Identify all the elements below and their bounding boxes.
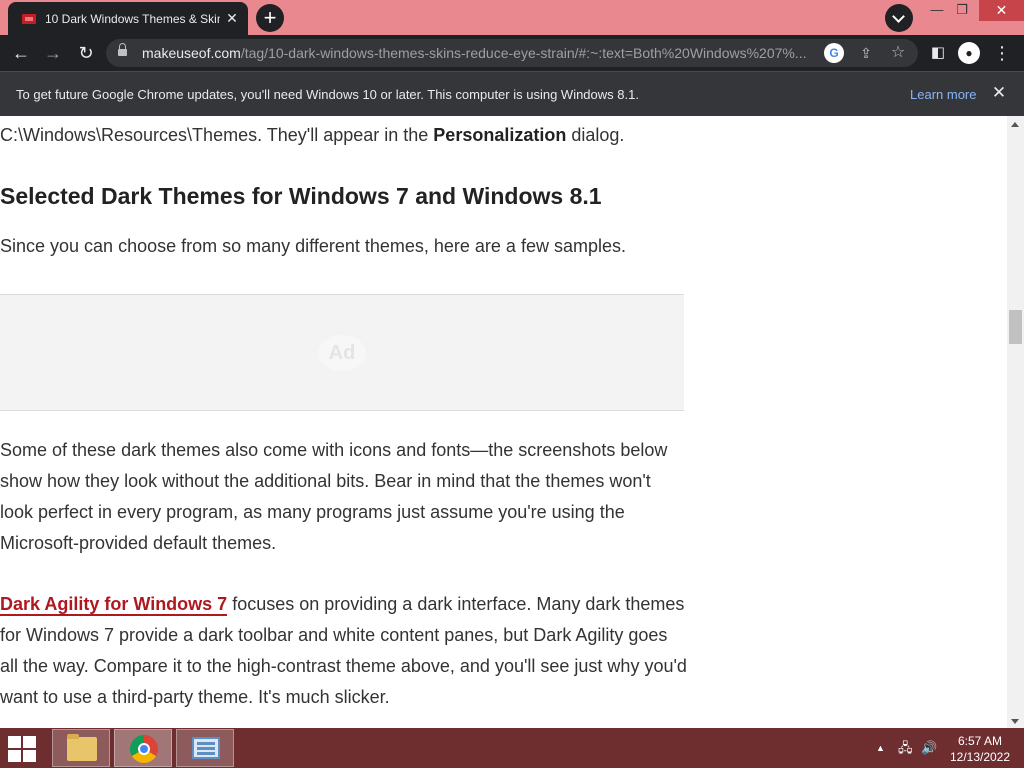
scroll-up-arrow-icon[interactable] [1011,122,1019,127]
volume-icon[interactable]: 🔊 [921,740,937,756]
dark-agility-link[interactable]: Dark Agility for Windows 7 [0,594,228,616]
browser-toolbar: ← → ↻ makeuseof.com/tag/10-dark-windows-… [0,35,1024,71]
infobar-message: To get future Google Chrome updates, you… [16,87,639,102]
active-tab[interactable]: 10 Dark Windows Themes & Skins to Reduce… [8,2,248,35]
update-infobar: To get future Google Chrome updates, you… [0,71,1024,116]
network-icon[interactable]: 🖧 [898,740,913,756]
lock-icon[interactable] [118,43,127,58]
taskbar-chrome[interactable] [114,729,172,767]
infobar-close-icon[interactable]: ✕ [990,84,1008,102]
chrome-menu-icon[interactable]: ⋮ [990,41,1014,65]
restore-button[interactable]: ❐ [947,0,977,22]
chrome-icon [130,735,158,763]
start-button[interactable] [8,736,38,762]
section-heading: Selected Dark Themes for Windows 7 and W… [0,183,602,209]
tab-title: 10 Dark Windows Themes & Skins to Reduce… [45,11,220,26]
taskbar-clock[interactable]: 6:57 AM 12/13/2022 [944,733,1016,765]
new-tab-button[interactable]: + [256,4,284,32]
bookmark-star-icon[interactable]: ☆ [888,43,908,63]
dark-agility-paragraph: Dark Agility for Windows 7 focuses on pr… [0,594,687,707]
taskbar-control-panel[interactable] [176,729,234,767]
profile-avatar-icon[interactable]: ● [958,42,980,64]
tray-overflow-icon[interactable]: ▲ [876,740,885,756]
makeuseof-favicon-icon [22,13,36,24]
page-scrollbar[interactable] [1007,116,1024,728]
tab-strip: 10 Dark Windows Themes & Skins to Reduce… [0,0,1024,35]
share-icon[interactable]: ⇪ [856,43,876,63]
url-text[interactable]: makeuseof.com/tag/10-dark-windows-themes… [142,45,812,61]
file-explorer-icon [67,734,97,761]
window-close-button[interactable]: ✕ [979,0,1024,21]
tab-search-button[interactable] [885,4,913,32]
address-bar[interactable]: makeuseof.com/tag/10-dark-windows-themes… [106,39,918,67]
intro-paragraph: Since you can choose from so many differ… [0,236,626,256]
scroll-thumb[interactable] [1009,310,1022,344]
google-lens-icon[interactable]: G [824,43,844,63]
reload-button[interactable]: ↻ [73,40,99,66]
taskbar-file-explorer[interactable] [52,729,110,767]
control-panel-icon [192,737,220,759]
path-paragraph: C:\Windows\Resources\Themes. They'll app… [0,125,625,145]
ad-badge: Ad [318,335,366,371]
forward-button[interactable]: → [40,40,66,66]
tab-close-icon[interactable]: ✕ [224,10,240,26]
back-button[interactable]: ← [8,40,34,66]
learn-more-link[interactable]: Learn more [910,87,976,102]
article-content: C:\Windows\Resources\Themes. They'll app… [0,116,1007,728]
themes-paragraph: Some of these dark themes also come with… [0,440,668,553]
windows-taskbar: ▲ 🖧 🔊 6:57 AM 12/13/2022 [0,728,1024,768]
ad-placeholder[interactable]: Ad [0,294,684,411]
scroll-down-arrow-icon[interactable] [1011,719,1019,724]
side-panel-icon[interactable]: ◧ [926,41,950,65]
